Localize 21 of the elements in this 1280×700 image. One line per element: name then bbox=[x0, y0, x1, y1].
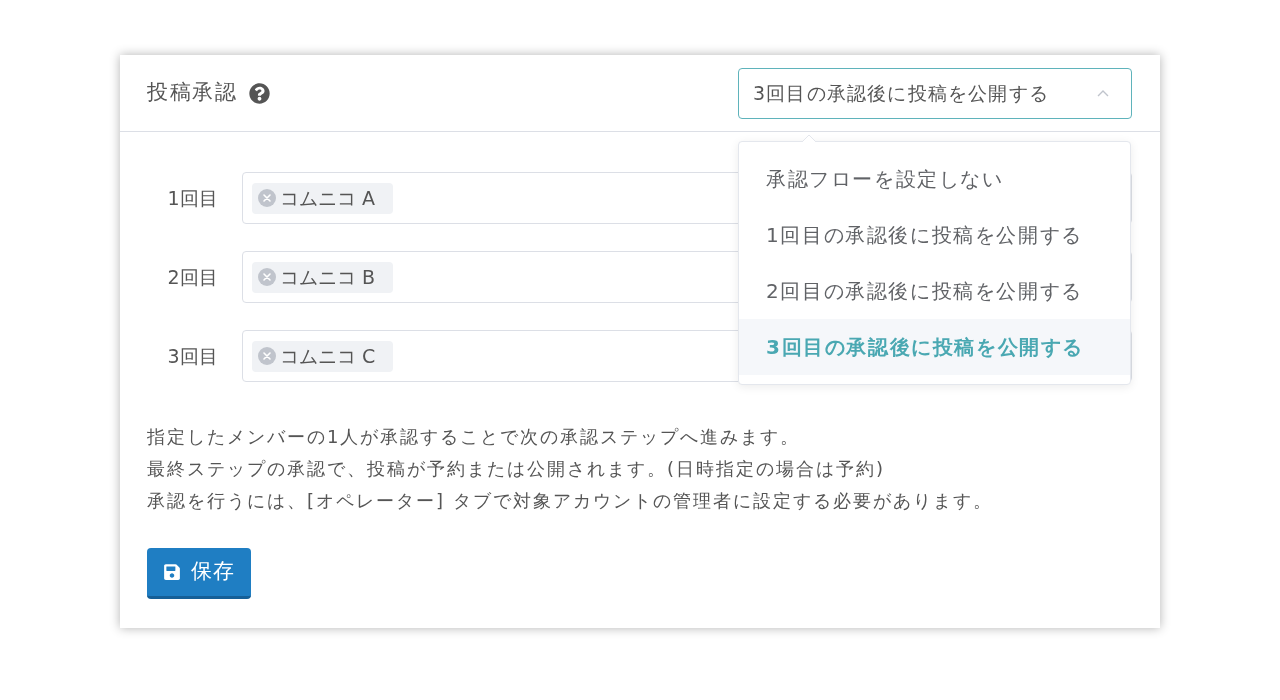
remove-icon[interactable] bbox=[258, 189, 276, 207]
save-icon bbox=[163, 563, 181, 581]
tag-label: コムニコ A bbox=[280, 185, 376, 211]
dropdown-option[interactable]: 1回目の承認後に投稿を公開する bbox=[739, 206, 1130, 263]
step-label: 2回目 bbox=[167, 264, 219, 290]
tag-label: コムニコ C bbox=[280, 343, 376, 369]
remove-icon[interactable] bbox=[258, 268, 276, 286]
caret-icon bbox=[1097, 89, 1109, 97]
tag-label: コムニコ B bbox=[280, 264, 376, 290]
step-label: 1回目 bbox=[167, 185, 219, 211]
save-button[interactable]: 保存 bbox=[147, 548, 251, 599]
help-text: 承認を行うには、[オペレーター] タブで対象アカウントの管理者に設定する必要があります。 bbox=[147, 489, 993, 513]
approval-select[interactable]: 3回目の承認後に投稿を公開する bbox=[738, 67, 1132, 119]
section-title: 投稿承認 bbox=[147, 79, 237, 107]
dropdown-option[interactable]: 承認フローを設定しない bbox=[739, 150, 1130, 207]
help-text: 指定したメンバーの1人が承認することで次の承認ステップへ進みます。 bbox=[147, 425, 801, 449]
help-icon[interactable] bbox=[249, 82, 270, 104]
help-text: 最終ステップの承認で、投稿が予約または公開されます。(日時指定の場合は予約) bbox=[147, 457, 886, 481]
dropdown-option[interactable]: 2回目の承認後に投稿を公開する bbox=[739, 262, 1130, 319]
step-label: 3回目 bbox=[167, 343, 219, 369]
remove-icon[interactable] bbox=[258, 347, 276, 365]
